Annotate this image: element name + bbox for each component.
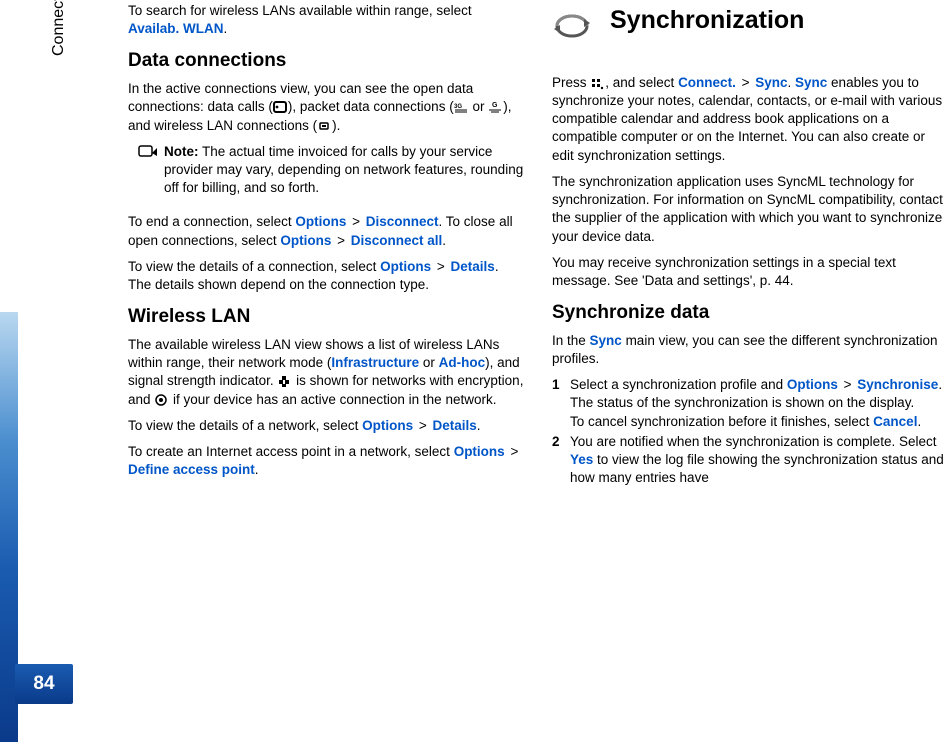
text: To view the details of a connection, sel… [128,259,380,274]
heading-synchronization: Synchronization [610,4,804,38]
end-connection-text: To end a connection, select Options > Di… [128,213,524,249]
cancel-link: Cancel [873,414,917,429]
sync-app-icon [552,9,592,48]
separator: > [346,214,365,229]
note-label: Note: [164,144,199,159]
text: Press [552,75,590,90]
text: In the [552,333,590,348]
left-column: To search for wireless LANs available wi… [128,0,524,742]
heading-wireless-lan: Wireless LAN [128,304,524,330]
define-access-point-link: Define access point [128,462,255,477]
availab-wlan-link: Availab. WLAN [128,21,224,36]
text: to view the log file showing the synchro… [570,452,944,485]
syncml-text: The synchronization application uses Syn… [552,173,948,246]
special-message-text: You may receive synchronization settings… [552,254,948,290]
page-number: 84 [15,664,73,704]
text: or [469,99,489,114]
step-text: Select a synchronization profile and Opt… [570,376,948,431]
text: or [419,355,439,370]
ad-hoc-link: Ad-hoc [439,355,486,370]
options-link: Options [787,377,838,392]
wlan-create-ap-text: To create an Internet access point in a … [128,443,524,479]
wlan-list-text: The available wireless LAN view shows a … [128,336,524,409]
text: , and select [605,75,678,90]
right-column: Synchronization Press , and select Conne… [552,0,948,742]
sync-link: Sync [755,75,787,90]
details-link: Details [433,418,477,433]
separator: > [838,377,857,392]
gprs-packet-icon: G [488,101,503,114]
list-item: 1 Select a synchronization profile and O… [552,376,948,431]
synchronise-link: Synchronise [857,377,938,392]
svg-text:G: G [492,102,498,109]
disconnect-all-link: Disconnect all [351,233,443,248]
content-area: To search for wireless LANs available wi… [128,0,948,742]
data-connections-paragraph: In the active connections view, you can … [128,80,524,135]
text: ). [332,118,340,133]
text: . [442,233,446,248]
note-block: Note: The actual time invoiced for calls… [138,143,524,206]
sync-steps-list: 1 Select a synchronization profile and O… [552,376,948,487]
active-connection-icon [154,394,169,407]
separator: > [431,259,450,274]
infrastructure-link: Infrastructure [331,355,419,370]
text: . [917,414,921,429]
3g-packet-icon: 3G [454,101,469,114]
wlan-connection-icon [317,120,332,133]
wlan-details-text: To view the details of a network, select… [128,417,524,435]
note-text: Note: The actual time invoiced for calls… [164,143,524,198]
text: The actual time invoiced for calls by yo… [164,144,523,195]
section-label: Connectivity [48,0,70,56]
separator: > [331,233,350,248]
data-call-icon [273,101,288,114]
options-link: Options [454,444,505,459]
text: To cancel synchronization before it fini… [570,414,873,429]
options-link: Options [280,233,331,248]
view-details-text: To view the details of a connection, sel… [128,258,524,294]
text: ), packet data connections ( [288,99,454,114]
sync-heading-row: Synchronization [552,2,948,56]
options-link: Options [362,418,413,433]
heading-synchronize-data: Synchronize data [552,300,948,326]
step-number: 1 [552,376,570,431]
text: To search for wireless LANs available wi… [128,3,472,18]
press-sync-text: Press , and select Connect. > Sync. Sync… [552,74,948,165]
note-icon [138,145,158,164]
separator: > [413,418,432,433]
separator: > [736,75,755,90]
menu-key-icon [590,77,605,90]
sync-link: Sync [795,75,827,90]
heading-data-connections: Data connections [128,48,524,74]
text: To end a connection, select [128,214,295,229]
details-link: Details [451,259,495,274]
sync-link: Sync [590,333,622,348]
text: To create an Internet access point in a … [128,444,454,459]
options-link: Options [295,214,346,229]
text: if your device has an active connection … [169,392,496,407]
options-link: Options [380,259,431,274]
step-number: 2 [552,433,570,488]
text: Select a synchronization profile and [570,377,787,392]
connect-link: Connect. [678,75,736,90]
text: . [477,418,481,433]
search-wlan-text: To search for wireless LANs available wi… [128,2,524,38]
text: . [224,21,228,36]
disconnect-link: Disconnect [366,214,439,229]
svg-text:3G: 3G [454,104,462,110]
text: . [788,75,796,90]
list-item: 2 You are notified when the synchronizat… [552,433,948,488]
sync-intro-text: In the Sync main view, you can see the d… [552,332,948,368]
text: You are notified when the synchronizatio… [570,434,936,449]
step-text: You are notified when the synchronizatio… [570,433,948,488]
text: . [255,462,259,477]
yes-link: Yes [570,452,593,467]
separator: > [505,444,521,459]
text: To view the details of a network, select [128,418,362,433]
sidebar: Connectivity 84 [0,0,94,742]
encryption-icon [277,375,292,388]
